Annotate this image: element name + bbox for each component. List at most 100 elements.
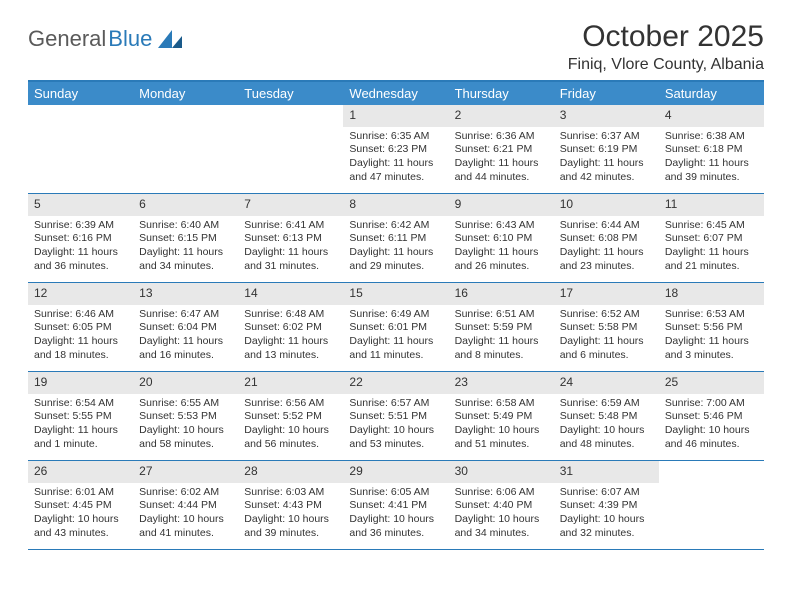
day-cell: 16Sunrise: 6:51 AMSunset: 5:59 PMDayligh… bbox=[449, 283, 554, 372]
day-cell: 7Sunrise: 6:41 AMSunset: 6:13 PMDaylight… bbox=[238, 194, 343, 283]
empty-cell bbox=[238, 105, 343, 194]
location-text: Finiq, Vlore County, Albania bbox=[568, 56, 764, 74]
day-details: Sunrise: 6:57 AMSunset: 5:51 PMDaylight:… bbox=[343, 394, 448, 458]
logo: GeneralBlue bbox=[28, 26, 182, 52]
day-details: Sunrise: 6:40 AMSunset: 6:15 PMDaylight:… bbox=[133, 216, 238, 280]
day-number: 12 bbox=[28, 283, 133, 305]
day-details: Sunrise: 6:51 AMSunset: 5:59 PMDaylight:… bbox=[449, 305, 554, 369]
day-cell: 22Sunrise: 6:57 AMSunset: 5:51 PMDayligh… bbox=[343, 372, 448, 461]
dow-label: Friday bbox=[554, 82, 659, 105]
day-number: 30 bbox=[449, 461, 554, 483]
day-cell: 9Sunrise: 6:43 AMSunset: 6:10 PMDaylight… bbox=[449, 194, 554, 283]
day-number: 7 bbox=[238, 194, 343, 216]
day-number: 22 bbox=[343, 372, 448, 394]
dow-label: Thursday bbox=[449, 82, 554, 105]
day-cell: 12Sunrise: 6:46 AMSunset: 6:05 PMDayligh… bbox=[28, 283, 133, 372]
dow-label: Saturday bbox=[659, 82, 764, 105]
day-cell: 4Sunrise: 6:38 AMSunset: 6:18 PMDaylight… bbox=[659, 105, 764, 194]
day-details: Sunrise: 6:54 AMSunset: 5:55 PMDaylight:… bbox=[28, 394, 133, 458]
day-number: 27 bbox=[133, 461, 238, 483]
day-details: Sunrise: 6:58 AMSunset: 5:49 PMDaylight:… bbox=[449, 394, 554, 458]
day-cell: 28Sunrise: 6:03 AMSunset: 4:43 PMDayligh… bbox=[238, 461, 343, 550]
day-number: 11 bbox=[659, 194, 764, 216]
day-number: 16 bbox=[449, 283, 554, 305]
dow-label: Tuesday bbox=[238, 82, 343, 105]
day-cell: 24Sunrise: 6:59 AMSunset: 5:48 PMDayligh… bbox=[554, 372, 659, 461]
day-number: 31 bbox=[554, 461, 659, 483]
day-details: Sunrise: 6:56 AMSunset: 5:52 PMDaylight:… bbox=[238, 394, 343, 458]
dow-label: Wednesday bbox=[343, 82, 448, 105]
day-details: Sunrise: 6:07 AMSunset: 4:39 PMDaylight:… bbox=[554, 483, 659, 547]
day-cell: 30Sunrise: 6:06 AMSunset: 4:40 PMDayligh… bbox=[449, 461, 554, 550]
month-title: October 2025 bbox=[568, 20, 764, 54]
day-details: Sunrise: 6:38 AMSunset: 6:18 PMDaylight:… bbox=[659, 127, 764, 191]
day-details: Sunrise: 6:03 AMSunset: 4:43 PMDaylight:… bbox=[238, 483, 343, 547]
day-number: 18 bbox=[659, 283, 764, 305]
logo-text-1: General bbox=[28, 26, 106, 52]
day-details: Sunrise: 6:45 AMSunset: 6:07 PMDaylight:… bbox=[659, 216, 764, 280]
dow-label: Sunday bbox=[28, 82, 133, 105]
day-details: Sunrise: 6:42 AMSunset: 6:11 PMDaylight:… bbox=[343, 216, 448, 280]
day-cell: 6Sunrise: 6:40 AMSunset: 6:15 PMDaylight… bbox=[133, 194, 238, 283]
day-cell: 5Sunrise: 6:39 AMSunset: 6:16 PMDaylight… bbox=[28, 194, 133, 283]
day-cell: 3Sunrise: 6:37 AMSunset: 6:19 PMDaylight… bbox=[554, 105, 659, 194]
day-details: Sunrise: 6:55 AMSunset: 5:53 PMDaylight:… bbox=[133, 394, 238, 458]
empty-cell bbox=[28, 105, 133, 194]
day-number: 13 bbox=[133, 283, 238, 305]
day-details: Sunrise: 7:00 AMSunset: 5:46 PMDaylight:… bbox=[659, 394, 764, 458]
day-cell: 1Sunrise: 6:35 AMSunset: 6:23 PMDaylight… bbox=[343, 105, 448, 194]
day-cell: 31Sunrise: 6:07 AMSunset: 4:39 PMDayligh… bbox=[554, 461, 659, 550]
logo-text-2: Blue bbox=[108, 26, 152, 52]
day-cell: 20Sunrise: 6:55 AMSunset: 5:53 PMDayligh… bbox=[133, 372, 238, 461]
day-cell: 15Sunrise: 6:49 AMSunset: 6:01 PMDayligh… bbox=[343, 283, 448, 372]
day-cell: 11Sunrise: 6:45 AMSunset: 6:07 PMDayligh… bbox=[659, 194, 764, 283]
day-cell: 29Sunrise: 6:05 AMSunset: 4:41 PMDayligh… bbox=[343, 461, 448, 550]
day-cell: 10Sunrise: 6:44 AMSunset: 6:08 PMDayligh… bbox=[554, 194, 659, 283]
day-details: Sunrise: 6:02 AMSunset: 4:44 PMDaylight:… bbox=[133, 483, 238, 547]
day-number: 3 bbox=[554, 105, 659, 127]
day-number: 5 bbox=[28, 194, 133, 216]
dow-label: Monday bbox=[133, 82, 238, 105]
day-number: 1 bbox=[343, 105, 448, 127]
day-number: 29 bbox=[343, 461, 448, 483]
day-number: 14 bbox=[238, 283, 343, 305]
day-cell: 26Sunrise: 6:01 AMSunset: 4:45 PMDayligh… bbox=[28, 461, 133, 550]
day-details: Sunrise: 6:01 AMSunset: 4:45 PMDaylight:… bbox=[28, 483, 133, 547]
day-number: 4 bbox=[659, 105, 764, 127]
day-details: Sunrise: 6:59 AMSunset: 5:48 PMDaylight:… bbox=[554, 394, 659, 458]
day-number: 26 bbox=[28, 461, 133, 483]
day-cell: 25Sunrise: 7:00 AMSunset: 5:46 PMDayligh… bbox=[659, 372, 764, 461]
day-details: Sunrise: 6:35 AMSunset: 6:23 PMDaylight:… bbox=[343, 127, 448, 191]
day-details: Sunrise: 6:52 AMSunset: 5:58 PMDaylight:… bbox=[554, 305, 659, 369]
day-cell: 17Sunrise: 6:52 AMSunset: 5:58 PMDayligh… bbox=[554, 283, 659, 372]
day-cell: 18Sunrise: 6:53 AMSunset: 5:56 PMDayligh… bbox=[659, 283, 764, 372]
day-details: Sunrise: 6:37 AMSunset: 6:19 PMDaylight:… bbox=[554, 127, 659, 191]
day-number: 28 bbox=[238, 461, 343, 483]
day-details: Sunrise: 6:05 AMSunset: 4:41 PMDaylight:… bbox=[343, 483, 448, 547]
day-cell: 13Sunrise: 6:47 AMSunset: 6:04 PMDayligh… bbox=[133, 283, 238, 372]
day-number: 21 bbox=[238, 372, 343, 394]
day-number: 24 bbox=[554, 372, 659, 394]
day-details: Sunrise: 6:46 AMSunset: 6:05 PMDaylight:… bbox=[28, 305, 133, 369]
day-details: Sunrise: 6:36 AMSunset: 6:21 PMDaylight:… bbox=[449, 127, 554, 191]
day-details: Sunrise: 6:44 AMSunset: 6:08 PMDaylight:… bbox=[554, 216, 659, 280]
calendar-grid: 1Sunrise: 6:35 AMSunset: 6:23 PMDaylight… bbox=[28, 105, 764, 550]
day-number: 25 bbox=[659, 372, 764, 394]
day-number: 19 bbox=[28, 372, 133, 394]
day-cell: 23Sunrise: 6:58 AMSunset: 5:49 PMDayligh… bbox=[449, 372, 554, 461]
logo-mark-icon bbox=[158, 30, 182, 48]
day-details: Sunrise: 6:49 AMSunset: 6:01 PMDaylight:… bbox=[343, 305, 448, 369]
day-details: Sunrise: 6:06 AMSunset: 4:40 PMDaylight:… bbox=[449, 483, 554, 547]
day-number: 2 bbox=[449, 105, 554, 127]
day-number: 20 bbox=[133, 372, 238, 394]
calendar: SundayMondayTuesdayWednesdayThursdayFrid… bbox=[28, 80, 764, 550]
day-of-week-header: SundayMondayTuesdayWednesdayThursdayFrid… bbox=[28, 82, 764, 105]
day-details: Sunrise: 6:48 AMSunset: 6:02 PMDaylight:… bbox=[238, 305, 343, 369]
day-cell: 19Sunrise: 6:54 AMSunset: 5:55 PMDayligh… bbox=[28, 372, 133, 461]
day-details: Sunrise: 6:47 AMSunset: 6:04 PMDaylight:… bbox=[133, 305, 238, 369]
day-number: 6 bbox=[133, 194, 238, 216]
day-number: 9 bbox=[449, 194, 554, 216]
day-number: 8 bbox=[343, 194, 448, 216]
day-details: Sunrise: 6:39 AMSunset: 6:16 PMDaylight:… bbox=[28, 216, 133, 280]
day-details: Sunrise: 6:41 AMSunset: 6:13 PMDaylight:… bbox=[238, 216, 343, 280]
